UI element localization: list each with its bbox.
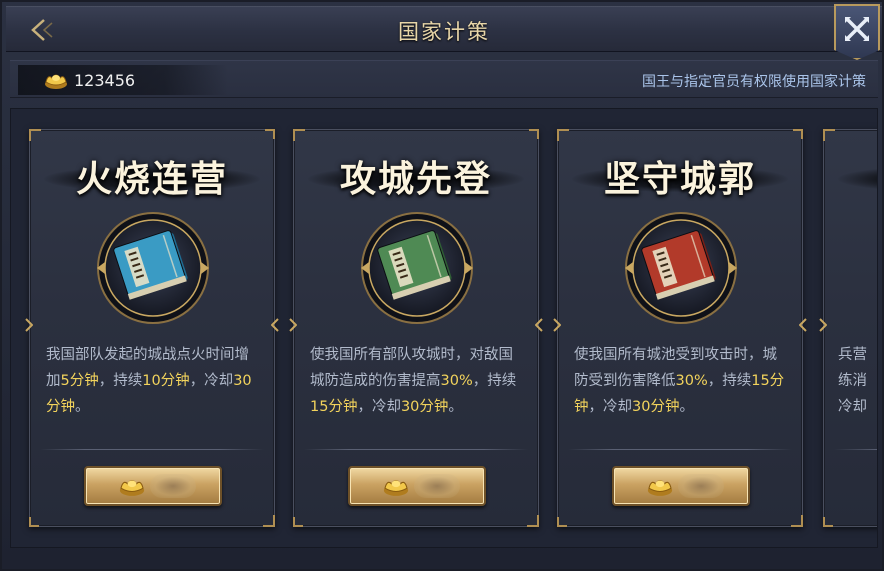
gold-ingot-icon: [647, 479, 673, 496]
gold-ingot-icon: [45, 74, 67, 89]
frame-arrow-icon: [535, 318, 543, 332]
use-strategy-button[interactable]: [612, 466, 750, 506]
price-obscured: [414, 474, 460, 498]
desc-text: ，冷却: [189, 373, 234, 389]
use-strategy-button[interactable]: [84, 466, 222, 506]
desc-text: ，冷却: [588, 399, 633, 415]
strategy-card-partial: 兵营 练消 冷却: [819, 129, 877, 527]
desc-text: ，冷却: [357, 399, 401, 415]
strategy-list[interactable]: 火烧连营 我国部队发起的城战点火时间增加5分钟，持续10分钟，冷却30分钟。 攻…: [10, 108, 878, 548]
strategy-card: 攻城先登 使我国所有部队攻城时，对敌国城防造成的伤害提高30%，持续15分钟，冷…: [289, 129, 543, 527]
frame-arrow-icon: [289, 318, 297, 332]
frame-arrow-icon: [799, 318, 807, 332]
desc-highlight: 10分钟: [142, 373, 190, 389]
strategy-book-icon[interactable]: [359, 210, 475, 326]
info-bar: 123456 国王与指定官员有权限使用国家计策: [10, 60, 878, 98]
strategy-description: 使我国所有部队攻城时，对敌国城防造成的伤害提高30%，持续15分钟，冷却30分钟…: [310, 342, 524, 420]
gold-amount-text: 123456: [74, 70, 136, 90]
desc-highlight: 15分钟: [310, 399, 358, 415]
gold-balance: 123456: [18, 65, 228, 95]
strategy-book-icon[interactable]: [95, 210, 211, 326]
desc-highlight: 5分钟: [60, 373, 99, 389]
gold-ingot-icon: [383, 479, 409, 496]
price-obscured: [150, 474, 196, 498]
price-obscured: [678, 474, 724, 498]
strategy-description: 我国部队发起的城战点火时间增加5分钟，持续10分钟，冷却30分钟。: [46, 342, 260, 420]
close-icon: [845, 17, 869, 41]
permission-notice: 国王与指定官员有权限使用国家计策: [642, 74, 866, 90]
divider: [304, 449, 528, 450]
close-button[interactable]: [834, 4, 880, 60]
desc-text: 。: [448, 399, 463, 415]
strategy-description: 使我国所有城池受到攻击时，城防受到伤害降低30%，持续15分钟，冷却30分钟。: [574, 342, 788, 420]
partial-card-desc: 兵营 练消 冷却: [838, 347, 867, 415]
frame-arrow-icon: [553, 318, 561, 332]
desc-highlight: 30%: [440, 373, 473, 389]
desc-highlight: 30分钟: [632, 399, 680, 415]
desc-text: ，持续: [472, 373, 517, 389]
strategy-card: 坚守城郭 使我国所有城池受到攻击时，城防受到伤害降低30%，持续15分钟，冷却3…: [553, 129, 807, 527]
strategy-title: 攻城先登: [339, 158, 492, 200]
strategy-title: 火烧连营: [75, 158, 228, 200]
dialog-frame: 国家计策 123456 国王与指定官员有权限使用国家计策 火烧连营 我国部队发起…: [0, 0, 884, 571]
desc-text: ，持续: [98, 373, 143, 389]
strategy-title: 坚守城郭: [603, 158, 756, 200]
use-strategy-button[interactable]: [348, 466, 486, 506]
strategy-book-icon[interactable]: [623, 210, 739, 326]
page-title: 国家计策: [398, 20, 490, 44]
frame-arrow-icon: [271, 318, 279, 332]
desc-text: 。: [75, 399, 90, 415]
desc-text: ，持续: [707, 373, 752, 389]
desc-highlight: 30%: [675, 373, 708, 389]
strategy-card: 火烧连营 我国部队发起的城战点火时间增加5分钟，持续10分钟，冷却30分钟。: [25, 129, 279, 527]
divider: [568, 449, 792, 450]
divider: [40, 449, 264, 450]
gold-ingot-icon: [119, 479, 145, 496]
frame-arrow-icon: [25, 318, 33, 332]
desc-highlight: 30分钟: [400, 399, 449, 415]
title-bar: 国家计策: [6, 6, 882, 52]
desc-text: 。: [679, 399, 694, 415]
